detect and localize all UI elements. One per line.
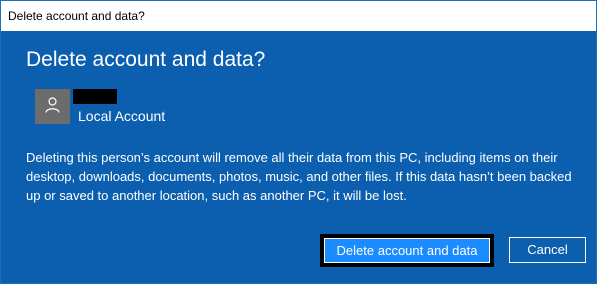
- redacted-account-name: [73, 89, 117, 104]
- warning-message: Deleting this person’s account will remo…: [26, 150, 572, 203]
- avatar: [35, 89, 70, 124]
- dialog-heading: Delete account and data?: [26, 48, 266, 71]
- dialog-content: Delete account and data? Local Account D…: [1, 31, 596, 283]
- window-title-bar: Delete account and data?: [1, 1, 596, 31]
- account-info: Local Account: [35, 89, 265, 125]
- person-icon: [45, 97, 60, 113]
- delete-account-dialog: Delete account and data? Delete account …: [0, 0, 597, 284]
- account-type-label: Local Account: [78, 108, 166, 124]
- delete-account-and-data-button-label: Delete account and data: [324, 238, 490, 263]
- delete-account-and-data-button[interactable]: Delete account and data: [320, 234, 494, 267]
- window-title: Delete account and data?: [8, 9, 145, 23]
- cancel-button[interactable]: Cancel: [509, 237, 586, 263]
